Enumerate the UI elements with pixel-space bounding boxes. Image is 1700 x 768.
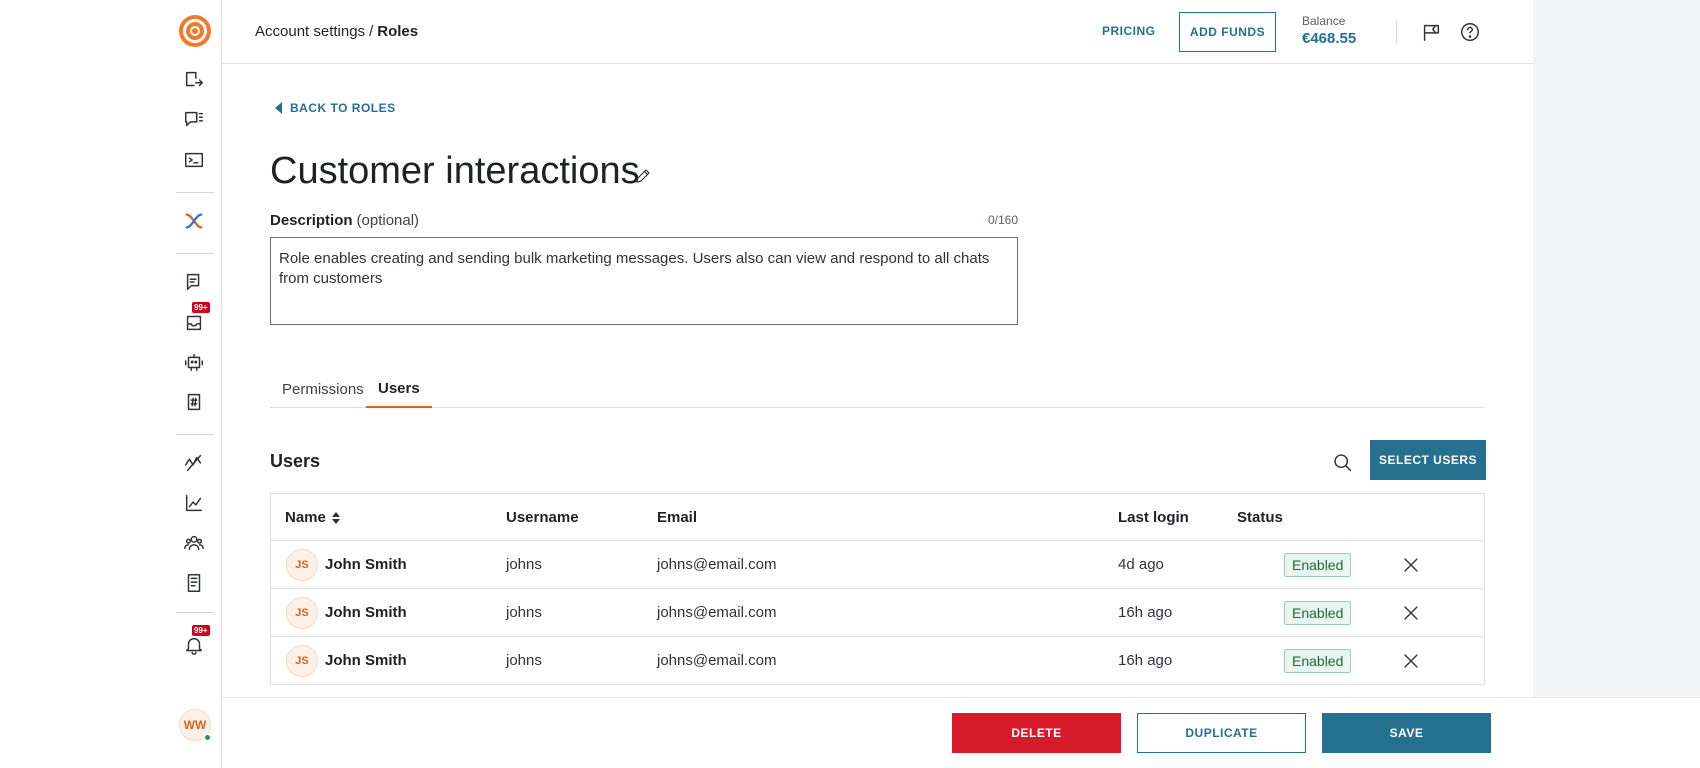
user-last-login: 16h ago (1118, 652, 1173, 669)
main-content: BACK TO ROLES Customer interactions Desc… (222, 64, 1533, 697)
column-header-status: Status (1237, 509, 1283, 526)
chart-icon[interactable] (180, 489, 208, 517)
tab-users[interactable]: Users (366, 370, 432, 408)
breadcrumb-parent[interactable]: Account settings (255, 23, 365, 40)
table-row: JS John Smith johns johns@email.com 4d a… (271, 541, 1484, 589)
user-email: johns@email.com (657, 652, 777, 669)
inbox-icon[interactable]: 99+ (180, 302, 210, 336)
user-username: johns (506, 604, 542, 621)
sidebar-divider (176, 192, 214, 193)
app-root: 99+ 99+ WW Account settings / Roles PRIC… (0, 0, 1700, 768)
description-optional: (optional) (356, 212, 420, 229)
users-table: Name Username Email Last login Status JS… (270, 493, 1485, 685)
status-badge: Enabled (1284, 649, 1352, 673)
flag-icon[interactable] (1418, 19, 1444, 45)
duplicate-button[interactable]: DUPLICATE (1137, 713, 1306, 753)
online-status-dot (203, 733, 212, 742)
remove-user-icon[interactable] (1399, 649, 1423, 673)
header-divider (1396, 20, 1397, 44)
description-char-count: 0/160 (987, 213, 1018, 227)
sidebar-divider (176, 253, 214, 254)
help-icon[interactable] (1457, 19, 1483, 45)
remove-user-icon[interactable] (1399, 601, 1423, 625)
notifications-badge: 99+ (192, 625, 210, 636)
role-title: Customer interactions (270, 150, 640, 192)
user-email: johns@email.com (657, 604, 777, 621)
analytics-icon[interactable] (180, 449, 208, 477)
table-header: Name Username Email Last login Status (271, 494, 1484, 541)
chat-list-icon[interactable] (180, 106, 208, 134)
select-users-button[interactable]: SELECT USERS (1370, 440, 1486, 480)
user-last-login: 4d ago (1118, 556, 1164, 573)
right-gutter (1533, 0, 1700, 697)
conversations-icon[interactable] (180, 268, 208, 296)
role-tabs: Permissions Users (270, 370, 1484, 408)
back-to-roles-link[interactable]: BACK TO ROLES (275, 101, 396, 115)
user-name: John Smith (325, 652, 407, 669)
user-row-avatar: JS (286, 549, 318, 581)
breadcrumb-current: Roles (377, 23, 419, 40)
sidebar: 99+ 99+ WW (0, 0, 222, 768)
sidebar-divider (176, 434, 214, 435)
bell-icon[interactable]: 99+ (180, 625, 210, 659)
people-icon[interactable] (180, 529, 208, 557)
action-footer: DELETE DUPLICATE SAVE (222, 697, 1700, 768)
description-textarea[interactable] (270, 237, 1018, 325)
sidebar-divider (176, 612, 214, 613)
sort-icon[interactable] (331, 512, 340, 525)
table-row: JS John Smith johns johns@email.com 16h … (271, 589, 1484, 637)
inbox-badge: 99+ (192, 302, 210, 313)
description-label: Description (optional) (270, 212, 419, 229)
exchange-icon[interactable] (180, 207, 208, 235)
bot-icon[interactable] (180, 348, 208, 376)
brand-logo[interactable] (179, 15, 211, 47)
back-arrow-icon (275, 102, 282, 114)
user-username: johns (506, 556, 542, 573)
user-name: John Smith (325, 604, 407, 621)
delete-button[interactable]: DELETE (952, 713, 1121, 753)
column-header-name[interactable]: Name (285, 509, 340, 526)
column-header-last-login: Last login (1118, 509, 1189, 526)
edit-pencil-icon[interactable] (632, 165, 654, 187)
balance-label: Balance (1302, 14, 1346, 28)
user-email: johns@email.com (657, 556, 777, 573)
remove-user-icon[interactable] (1399, 553, 1423, 577)
users-section-heading: Users (270, 451, 321, 471)
column-header-email: Email (657, 509, 698, 526)
pricing-link[interactable]: PRICING (1102, 24, 1156, 38)
user-row-avatar: JS (286, 597, 318, 629)
breadcrumb-separator: / (369, 23, 374, 40)
book-icon[interactable] (180, 569, 208, 597)
balance-value: €468.55 (1302, 30, 1357, 47)
terminal-icon[interactable] (180, 146, 208, 174)
user-row-avatar: JS (286, 645, 318, 677)
logo-outer-ring (183, 19, 207, 43)
add-funds-button[interactable]: ADD FUNDS (1179, 12, 1276, 52)
user-username: johns (506, 652, 542, 669)
back-to-roles-label: BACK TO ROLES (290, 101, 396, 115)
status-badge: Enabled (1284, 553, 1352, 577)
top-header: Account settings / Roles PRICING ADD FUNDS… (222, 0, 1533, 64)
column-header-username: Username (506, 509, 579, 526)
user-last-login: 16h ago (1118, 604, 1173, 621)
search-icon[interactable] (1330, 450, 1354, 474)
send-icon[interactable] (180, 66, 208, 94)
table-row: JS John Smith johns johns@email.com 16h … (271, 637, 1484, 685)
breadcrumb: Account settings / Roles (255, 23, 418, 40)
column-header-name-label: Name (285, 509, 326, 526)
logo-inner-ring (190, 26, 200, 36)
description-label-text: Description (270, 212, 353, 229)
status-badge: Enabled (1284, 601, 1352, 625)
tab-permissions[interactable]: Permissions (270, 370, 376, 408)
user-name: John Smith (325, 556, 407, 573)
save-button[interactable]: SAVE (1322, 713, 1491, 753)
tags-icon[interactable] (180, 388, 208, 416)
